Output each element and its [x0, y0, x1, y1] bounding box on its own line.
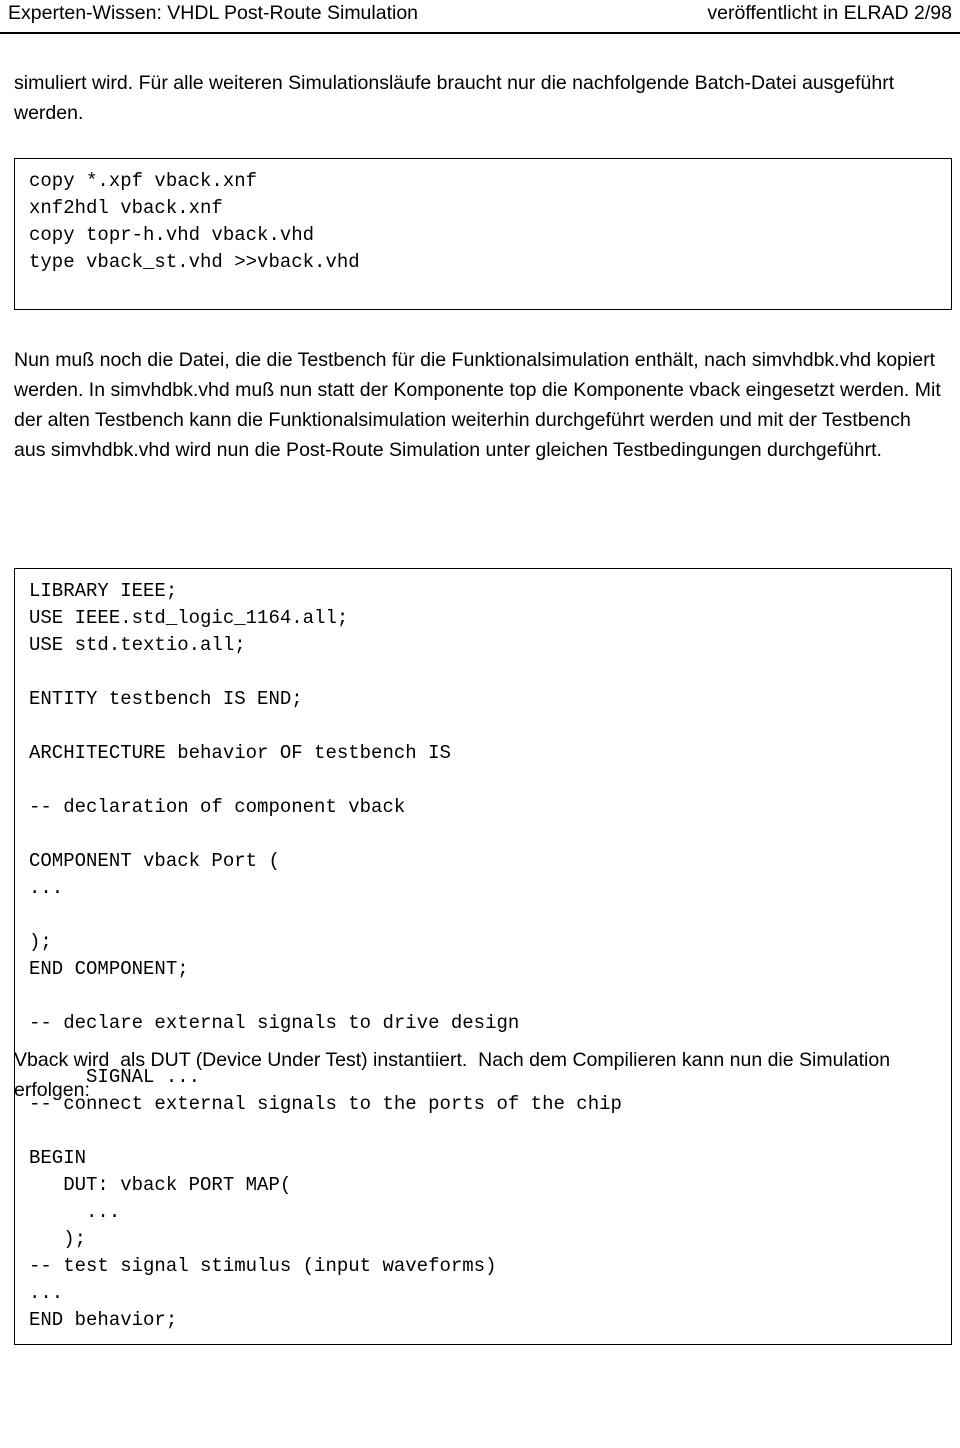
paragraph-intro: simuliert wird. Für alle weiteren Simula… — [14, 72, 900, 124]
code-block-vhdl-testbench-text: LIBRARY IEEE; USE IEEE.std_logic_1164.al… — [29, 580, 622, 1331]
code-block-batch-file: copy *.xpf vback.xnf xnf2hdl vback.xnf c… — [14, 158, 952, 310]
paragraph-outro: Vback wird als DUT (Device Under Test) i… — [14, 1049, 896, 1101]
code-block-batch-file-text: copy *.xpf vback.xnf xnf2hdl vback.xnf c… — [29, 170, 360, 273]
running-header-inner: Experten-Wissen: VHDL Post-Route Simulat… — [0, 0, 960, 32]
header-publication-info: veröffentlicht in ELRAD 2/98 — [707, 2, 952, 24]
header-article-title: Experten-Wissen: VHDL Post-Route Simulat… — [8, 2, 419, 24]
code-block-vhdl-testbench: LIBRARY IEEE; USE IEEE.std_logic_1164.al… — [14, 568, 952, 1345]
document-page: Experten-Wissen: VHDL Post-Route Simulat… — [0, 0, 960, 1448]
running-header: Experten-Wissen: VHDL Post-Route Simulat… — [0, 0, 960, 34]
paragraph-middle: Nun muß noch die Datei, die die Testbenc… — [14, 349, 947, 461]
